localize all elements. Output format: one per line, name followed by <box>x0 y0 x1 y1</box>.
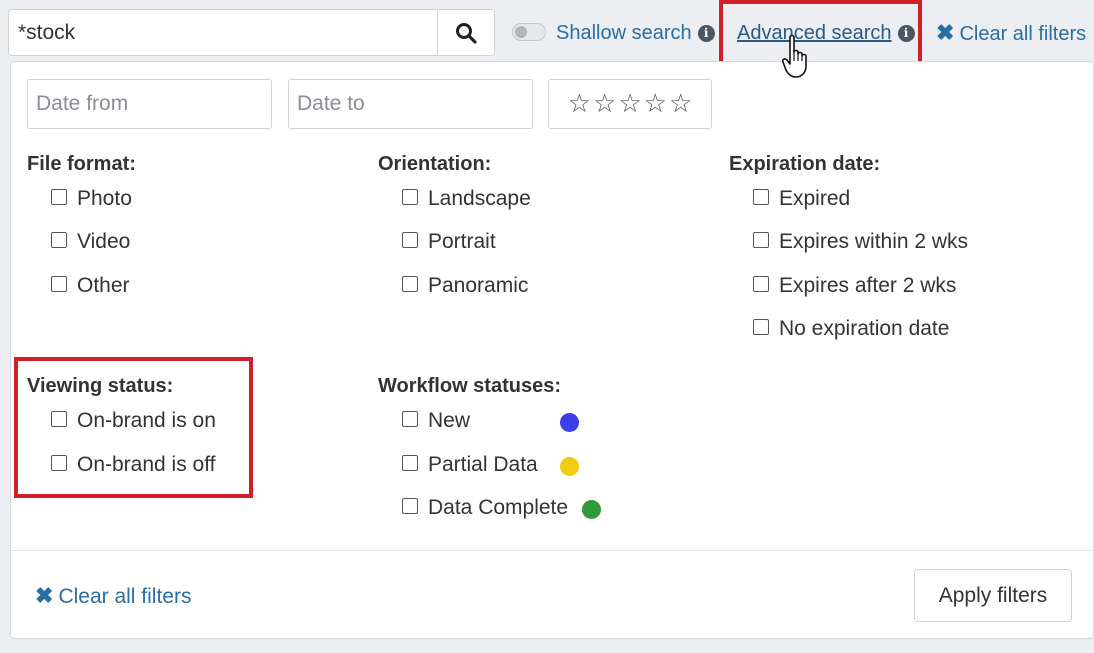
toggle-knob <box>515 26 527 38</box>
date-to-input[interactable] <box>288 79 533 129</box>
clear-all-filters-text[interactable]: Clear all filters <box>959 23 1086 45</box>
checkbox[interactable] <box>753 189 769 205</box>
checkbox-data-complete[interactable]: Data Complete <box>402 496 568 520</box>
status-dot-partial-data <box>560 457 579 476</box>
option-label: Expires after 2 wks <box>779 274 957 297</box>
panel-divider <box>11 550 1093 551</box>
checkbox-new[interactable]: New <box>402 409 470 433</box>
checkbox-no-expiration[interactable]: No expiration date <box>753 317 949 341</box>
checkbox-expires-within[interactable]: Expires within 2 wks <box>753 230 968 254</box>
search-icon <box>456 22 477 44</box>
apply-filters-button[interactable]: Apply filters <box>914 569 1072 622</box>
highlight-advanced-search <box>719 0 922 65</box>
close-icon: ✖ <box>936 20 955 45</box>
option-label: No expiration date <box>779 317 950 340</box>
checkbox[interactable] <box>402 455 418 471</box>
option-label: Expires within 2 wks <box>779 230 969 253</box>
date-from-input[interactable] <box>27 79 272 129</box>
expiration-date-title: Expiration date: <box>729 153 881 175</box>
shallow-search-toggle[interactable] <box>512 23 546 41</box>
checkbox[interactable] <box>51 232 67 248</box>
search-input[interactable] <box>9 10 439 55</box>
checkbox-video[interactable]: Video <box>51 230 130 254</box>
option-label: Photo <box>77 187 132 210</box>
workflow-statuses-title: Workflow statuses: <box>378 375 561 397</box>
checkbox[interactable] <box>402 232 418 248</box>
option-label: Landscape <box>428 187 531 210</box>
checkbox-expired[interactable]: Expired <box>753 187 850 211</box>
hand-pointer-icon <box>782 34 807 78</box>
option-label: New <box>428 409 471 432</box>
footer-clear-all-filters[interactable]: ✖ Clear all filters <box>35 583 191 609</box>
checkbox[interactable] <box>753 319 769 335</box>
option-label: Expired <box>779 187 851 210</box>
star-icon[interactable]: ☆ <box>644 91 667 117</box>
option-label: Portrait <box>428 230 496 253</box>
checkbox[interactable] <box>402 189 418 205</box>
orientation-title: Orientation: <box>378 153 492 175</box>
checkbox-portrait[interactable]: Portrait <box>402 230 496 254</box>
checkbox-landscape[interactable]: Landscape <box>402 187 531 211</box>
highlight-viewing-status <box>14 357 253 498</box>
option-label: Other <box>77 274 130 297</box>
search-box <box>8 9 495 56</box>
clear-all-filters-link[interactable]: ✖ Clear all filters <box>936 21 1086 46</box>
option-label: Panoramic <box>428 274 529 297</box>
star-icon[interactable]: ☆ <box>568 91 591 117</box>
checkbox[interactable] <box>402 411 418 427</box>
checkbox-expires-after[interactable]: Expires after 2 wks <box>753 274 956 298</box>
checkbox[interactable] <box>402 498 418 514</box>
file-format-title: File format: <box>27 153 136 175</box>
status-dot-new <box>560 413 579 432</box>
advanced-search-panel: ☆ ☆ ☆ ☆ ☆ File format: Photo Video Other… <box>10 61 1094 639</box>
status-dot-data-complete <box>582 500 601 519</box>
option-label: Partial Data <box>428 453 538 476</box>
footer-clear-text[interactable]: Clear all filters <box>58 585 191 608</box>
search-button[interactable] <box>437 10 494 55</box>
shallow-search-label[interactable]: Shallow search i <box>556 21 715 45</box>
checkbox-panoramic[interactable]: Panoramic <box>402 274 528 298</box>
star-icon[interactable]: ☆ <box>593 91 616 117</box>
rating-filter: ☆ ☆ ☆ ☆ ☆ <box>548 79 712 129</box>
option-label: Data Complete <box>428 496 569 519</box>
star-icon[interactable]: ☆ <box>618 91 641 117</box>
close-icon: ✖ <box>35 583 54 608</box>
star-icon[interactable]: ☆ <box>669 91 692 117</box>
checkbox-photo[interactable]: Photo <box>51 187 132 211</box>
option-label: Video <box>77 230 131 253</box>
checkbox[interactable] <box>753 276 769 292</box>
shallow-search-text: Shallow search <box>556 22 692 44</box>
checkbox-other[interactable]: Other <box>51 274 130 298</box>
checkbox-partial-data[interactable]: Partial Data <box>402 453 538 477</box>
checkbox[interactable] <box>402 276 418 292</box>
checkbox[interactable] <box>51 189 67 205</box>
checkbox[interactable] <box>51 276 67 292</box>
info-icon[interactable]: i <box>697 25 715 42</box>
checkbox[interactable] <box>753 232 769 248</box>
